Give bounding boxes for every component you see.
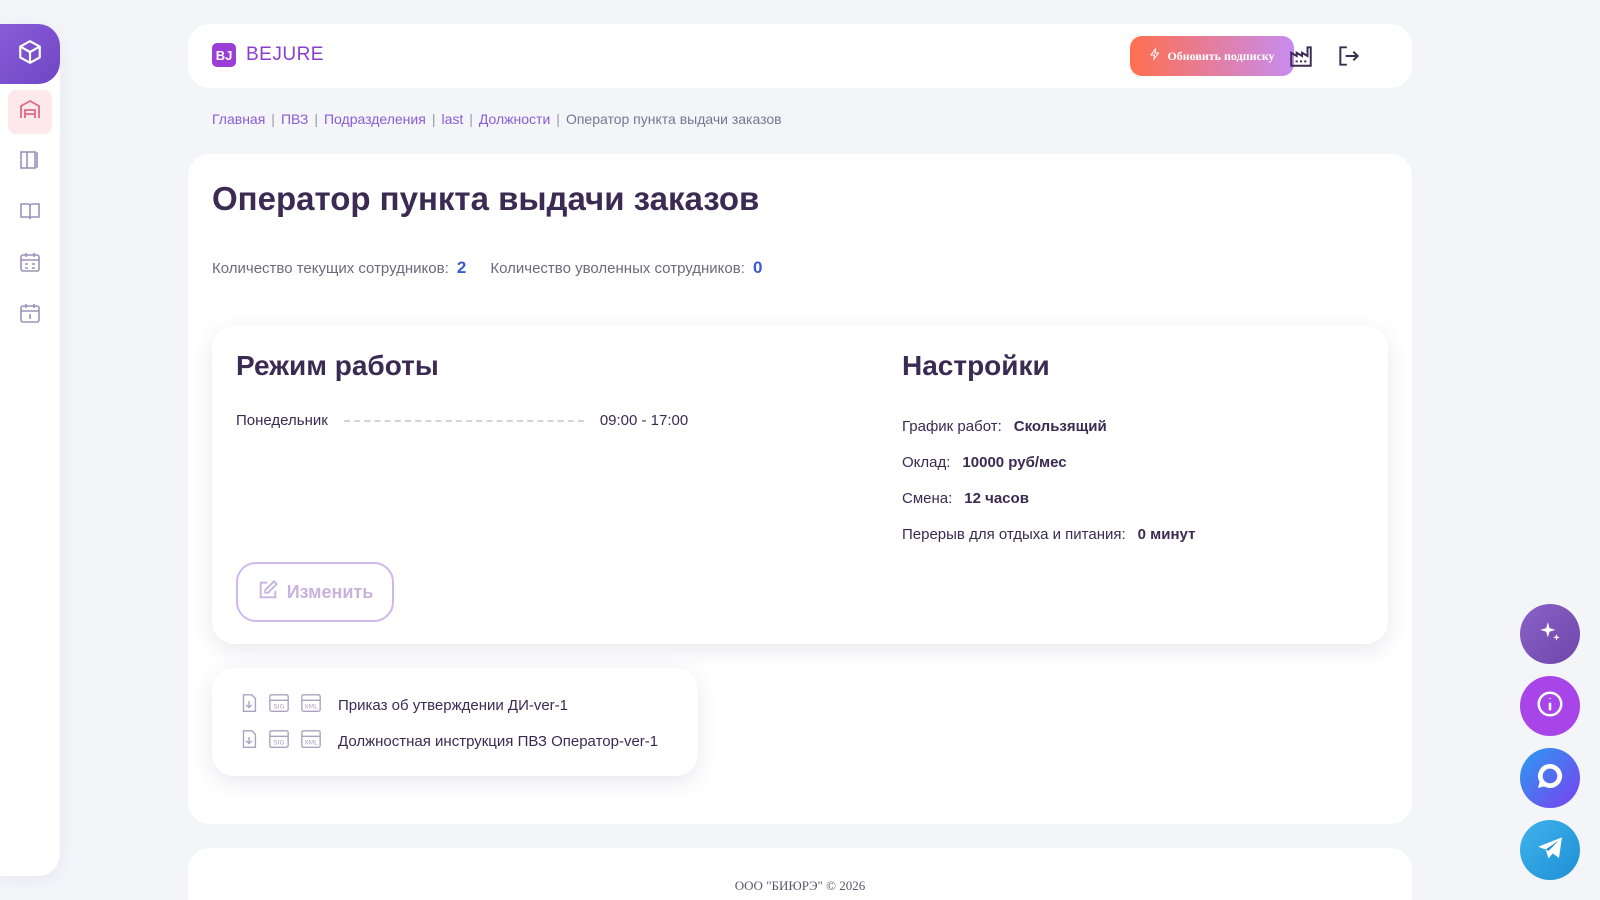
schedule-row: Понедельник 09:00 - 17:00 — [236, 412, 688, 429]
sidebar-logo[interactable] — [0, 24, 60, 84]
svg-text:XML: XML — [304, 703, 318, 711]
setting-value: 10000 руб/мес — [962, 453, 1067, 471]
box-icon — [17, 39, 43, 70]
book-icon — [18, 199, 42, 228]
svg-text:SIG: SIG — [274, 739, 285, 747]
setting-row: Смена: 12 часов — [902, 480, 1195, 516]
sidebar-item-warehouse[interactable] — [8, 90, 52, 134]
settings-list: График работ: Скользящий Оклад: 10000 ру… — [902, 408, 1195, 552]
info-button[interactable] — [1520, 676, 1580, 736]
sidebar-item-day-calendar[interactable] — [8, 293, 52, 337]
document-name[interactable]: Приказ об утверждении ДИ-ver-1 — [338, 697, 568, 714]
footer-copyright: ООО "БИЮРЭ" © 2026 — [734, 878, 866, 893]
current-employees-count[interactable]: 2 — [457, 258, 466, 277]
download-icon[interactable] — [238, 728, 260, 754]
fired-employees-stat: Количество уволенных сотрудников: 0 — [490, 258, 762, 278]
page-title: Оператор пункта выдачи заказов — [212, 180, 760, 217]
svg-text:XML: XML — [304, 739, 318, 747]
sig-file-icon[interactable]: SIG — [266, 692, 292, 718]
board-icon — [18, 148, 42, 177]
setting-label: Смена: — [902, 489, 953, 507]
setting-row: Оклад: 10000 руб/мес — [902, 444, 1195, 480]
upgrade-label: Обновить подписку — [1167, 48, 1275, 63]
setting-row: График работ: Скользящий — [902, 408, 1195, 444]
breadcrumb-separator: | — [556, 111, 560, 127]
document-row: SIG XML Должностная инструкция ПВЗ Опера… — [238, 728, 658, 754]
warehouse-icon — [18, 98, 42, 127]
breadcrumb-link-last[interactable]: last — [441, 111, 463, 127]
xml-file-icon[interactable]: XML — [298, 728, 324, 754]
calendar-day-icon — [18, 301, 42, 330]
fired-employees-count[interactable]: 0 — [753, 258, 762, 277]
telegram-button[interactable] — [1520, 820, 1580, 880]
edit-button[interactable]: Изменить — [236, 562, 394, 622]
current-employees-stat: Количество текущих сотрудников: 2 — [212, 258, 466, 278]
factory-icon[interactable] — [1288, 43, 1314, 69]
current-employees-label: Количество текущих сотрудников: — [212, 260, 449, 277]
xml-file-icon[interactable]: XML — [298, 692, 324, 718]
breadcrumb-separator: | — [314, 111, 318, 127]
logout-icon[interactable] — [1336, 43, 1362, 69]
breadcrumb-separator: | — [431, 111, 436, 127]
brand-name: BEJURE — [246, 44, 324, 65]
settings-title: Настройки — [902, 350, 1050, 381]
schedule-hours: 09:00 - 17:00 — [599, 412, 689, 429]
breadcrumb-link-divisions[interactable]: Подразделения — [324, 111, 426, 127]
ai-assistant-button[interactable] — [1520, 604, 1580, 664]
calendar-grid-icon — [18, 250, 42, 279]
chat-icon — [1534, 760, 1566, 797]
breadcrumb-link-positions[interactable]: Должности — [479, 111, 550, 127]
documents-card: SIG XML Приказ об утверждении ДИ-ver-1 S… — [212, 668, 698, 776]
employee-stats: Количество текущих сотрудников: 2 Количе… — [212, 258, 763, 278]
sig-file-icon[interactable]: SIG — [266, 728, 292, 754]
sidebar-item-book[interactable] — [8, 191, 52, 235]
info-icon — [1535, 689, 1565, 724]
schedule-title: Режим работы — [236, 350, 439, 381]
setting-value: 12 часов — [964, 489, 1029, 507]
edit-label: Изменить — [286, 581, 374, 602]
setting-label: Перерыв для отдыха и питания: — [902, 525, 1126, 543]
schedule-settings-card: Режим работы Понедельник 09:00 - 17:00 Н… — [212, 326, 1388, 644]
document-name[interactable]: Должностная инструкция ПВЗ Оператор-ver-… — [338, 733, 658, 750]
schedule-day: Понедельник — [236, 412, 328, 429]
footer: ООО "БИЮРЭ" © 2026 — [188, 848, 1412, 900]
breadcrumb-link-pvz[interactable]: ПВЗ — [281, 111, 308, 127]
breadcrumb-separator: | — [271, 111, 275, 127]
document-actions: SIG XML — [238, 728, 324, 754]
top-header: BJ BEJURE Обновить подписку — [188, 24, 1412, 88]
lightning-icon — [1149, 47, 1161, 65]
fired-employees-label: Количество уволенных сотрудников: — [490, 260, 745, 277]
sparkles-icon — [1537, 619, 1563, 650]
breadcrumb: Главная | ПВЗ | Подразделения | last | Д… — [212, 111, 782, 127]
breadcrumb-link-home[interactable]: Главная — [212, 111, 265, 127]
svg-text:SIG: SIG — [274, 703, 285, 711]
brand-logo[interactable]: BJ BEJURE — [212, 43, 324, 67]
sidebar-item-board[interactable] — [8, 140, 52, 184]
setting-value: 0 минут — [1137, 525, 1196, 543]
document-actions: SIG XML — [238, 692, 324, 718]
schedule-divider — [343, 419, 584, 422]
setting-value: Скользящий — [1013, 417, 1107, 435]
setting-row: Перерыв для отдыха и питания: 0 минут — [902, 516, 1195, 552]
setting-label: Оклад: — [902, 453, 951, 471]
setting-label: График работ: — [902, 417, 1002, 435]
download-icon[interactable] — [238, 692, 260, 718]
upgrade-subscription-button[interactable]: Обновить подписку — [1130, 36, 1294, 76]
breadcrumb-current: Оператор пункта выдачи заказов — [565, 111, 782, 127]
document-row: SIG XML Приказ об утверждении ДИ-ver-1 — [238, 692, 568, 718]
chat-button[interactable] — [1520, 748, 1580, 808]
telegram-icon — [1535, 833, 1565, 868]
sidebar — [0, 24, 60, 876]
brand-mark: BJ — [212, 43, 236, 67]
position-card: Оператор пункта выдачи заказов Количеств… — [188, 154, 1412, 824]
breadcrumb-separator: | — [469, 111, 473, 127]
sidebar-item-calendar[interactable] — [8, 242, 52, 286]
edit-icon — [257, 579, 279, 606]
